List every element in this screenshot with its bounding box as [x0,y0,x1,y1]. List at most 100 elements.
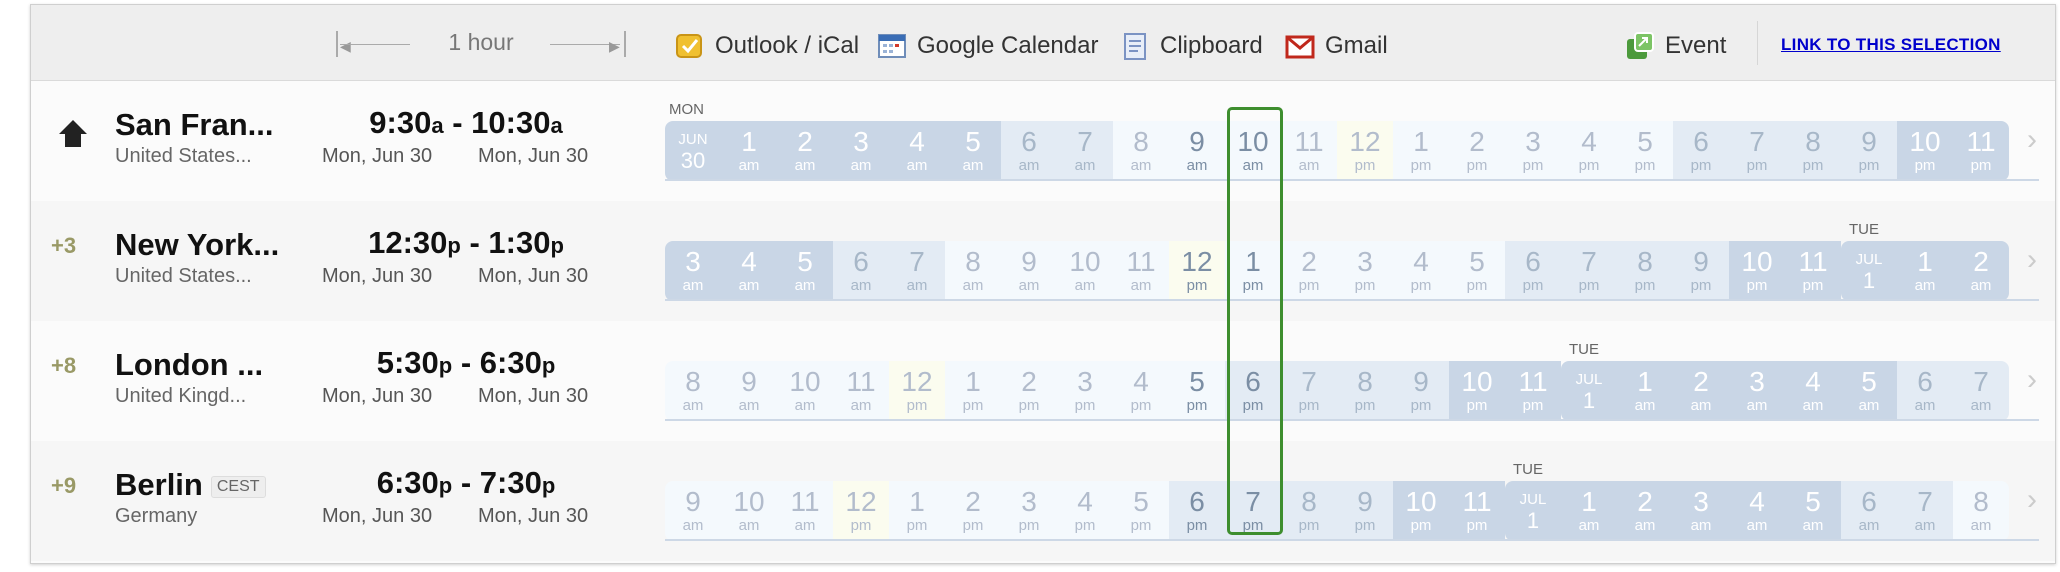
hour-cell[interactable]: 1 pm [1393,121,1449,181]
chevron-right-icon[interactable]: › [2027,483,2037,517]
clipboard-button[interactable]: Clipboard [1120,29,1263,63]
hour-cell[interactable]: 7 pm [1729,121,1785,181]
hour-cell[interactable]: 1 am [1561,481,1617,541]
hour-cell[interactable]: 10 am [1057,241,1113,301]
event-button[interactable]: Event [1625,29,1726,63]
hour-cell[interactable]: 8 am [1113,121,1169,181]
date-cell[interactable]: JUN 30 [665,121,721,181]
date-cell[interactable]: JUL 1 [1505,481,1561,541]
hour-cell[interactable]: 3 pm [1001,481,1057,541]
hour-cell[interactable]: 2 am [1673,361,1729,421]
hour-cell[interactable]: 11 pm [1785,241,1841,301]
hour-cell[interactable]: 8 pm [1617,241,1673,301]
hour-cell[interactable]: 4 pm [1113,361,1169,421]
timezone-row[interactable]: San Fran... United States... 9:30a - 10:30… [31,81,2055,201]
hour-cell[interactable]: 9 pm [1337,481,1393,541]
hour-cell[interactable]: 1 pm [945,361,1001,421]
hour-cell[interactable]: 10 am [721,481,777,541]
hour-cell[interactable]: 7 am [1897,481,1953,541]
hour-cell[interactable]: 10 pm [1393,481,1449,541]
hour-cell[interactable]: 3 am [1729,361,1785,421]
hour-cell[interactable]: 11 am [1113,241,1169,301]
hour-cell[interactable]: 10 pm [1449,361,1505,421]
hour-cell[interactable]: 7 am [1953,361,2009,421]
selection-highlight[interactable] [1227,107,1283,535]
hour-cell[interactable]: 4 am [1729,481,1785,541]
hour-cell[interactable]: 9 am [721,361,777,421]
hour-cell[interactable]: 6 am [1841,481,1897,541]
hour-cell[interactable]: 3 pm [1337,241,1393,301]
hour-cell[interactable]: 4 pm [1561,121,1617,181]
hour-cell[interactable]: 8 am [945,241,1001,301]
hour-cell[interactable]: 8 pm [1785,121,1841,181]
hour-cell[interactable]: 3 am [665,241,721,301]
hour-cell[interactable]: 9 pm [1393,361,1449,421]
hour-cell[interactable]: 5 am [945,121,1001,181]
hour-cell[interactable]: 4 am [1785,361,1841,421]
chevron-right-icon[interactable]: › [2027,363,2037,397]
hour-cell[interactable]: 11 pm [1449,481,1505,541]
hour-cell[interactable]: 3 pm [1057,361,1113,421]
hour-cell[interactable]: 8 am [1953,481,2009,541]
hour-cell[interactable]: 2 pm [945,481,1001,541]
timezone-row[interactable]: +9 Berlin CEST Germany 6:30p - 7:30p Mon, Jun… [31,441,2055,561]
hour-cell[interactable]: 9 am [665,481,721,541]
hour-cell[interactable]: 3 am [1673,481,1729,541]
hour-cell[interactable]: 3 pm [1505,121,1561,181]
hour-cell[interactable]: 1 am [1897,241,1953,301]
city-name[interactable]: New York... [115,227,279,263]
hour-cell[interactable]: 12 pm [889,361,945,421]
hour-cell[interactable]: 2 am [1953,241,2009,301]
link-to-selection[interactable]: LINK TO THIS SELECTION [1781,35,2001,55]
hour-cell[interactable]: 9 pm [1841,121,1897,181]
hour-cell[interactable]: 8 pm [1281,481,1337,541]
hour-cell[interactable]: 2 pm [1001,361,1057,421]
hour-cell[interactable]: 5 pm [1113,481,1169,541]
timezone-row[interactable]: +3 New York... United States... 12:30p - 1:… [31,201,2055,321]
gmail-button[interactable]: Gmail [1285,29,1388,63]
hour-cell[interactable]: 2 am [777,121,833,181]
google-calendar-button[interactable]: Google Calendar [877,29,1098,63]
hour-cell[interactable]: 1 am [1617,361,1673,421]
hour-cell[interactable]: 4 pm [1393,241,1449,301]
hour-cell[interactable]: 12 pm [833,481,889,541]
hour-cell[interactable]: 7 am [889,241,945,301]
hour-cell[interactable]: 11 pm [1505,361,1561,421]
hour-cell[interactable]: 12 pm [1337,121,1393,181]
outlook-ical-button[interactable]: Outlook / iCal [675,29,859,63]
hour-cell[interactable]: 3 am [833,121,889,181]
hour-cell[interactable]: 6 am [833,241,889,301]
hour-cell[interactable]: 7 am [1057,121,1113,181]
timezone-row[interactable]: +8 London ... United Kingd... 5:30p - 6:30p… [31,321,2055,441]
hour-cell[interactable]: 4 pm [1057,481,1113,541]
hour-cell[interactable]: 9 am [1001,241,1057,301]
hour-cell[interactable]: 5 pm [1449,241,1505,301]
hour-cell[interactable]: 1 pm [889,481,945,541]
chevron-right-icon[interactable]: › [2027,243,2037,277]
hour-cell[interactable]: 5 pm [1617,121,1673,181]
hour-cell[interactable]: 10 pm [1729,241,1785,301]
city-name[interactable]: Berlin CEST [115,467,266,503]
hour-cell[interactable]: 2 am [1617,481,1673,541]
hour-cell[interactable]: 11 am [1281,121,1337,181]
hour-cell[interactable]: 1 am [721,121,777,181]
hour-cell[interactable]: 6 pm [1505,241,1561,301]
hour-cell[interactable]: 4 am [721,241,777,301]
hour-cell[interactable]: 7 pm [1281,361,1337,421]
hour-cell[interactable]: 5 pm [1169,361,1225,421]
hour-cell[interactable]: 11 pm [1953,121,2009,181]
hour-cell[interactable]: 10 am [777,361,833,421]
hour-cell[interactable]: 6 pm [1673,121,1729,181]
hour-cell[interactable]: 11 am [833,361,889,421]
hour-cell[interactable]: 12 pm [1169,241,1225,301]
hour-cell[interactable]: 8 am [665,361,721,421]
hour-cell[interactable]: 6 pm [1169,481,1225,541]
hour-cell[interactable]: 8 pm [1337,361,1393,421]
date-cell[interactable]: JUL 1 [1561,361,1617,421]
hour-cell[interactable]: 4 am [889,121,945,181]
city-name[interactable]: London ... [115,347,263,383]
hour-cell[interactable]: 5 am [1841,361,1897,421]
hour-cell[interactable]: 11 am [777,481,833,541]
hour-cell[interactable]: 5 am [1785,481,1841,541]
hour-cell[interactable]: 10 pm [1897,121,1953,181]
